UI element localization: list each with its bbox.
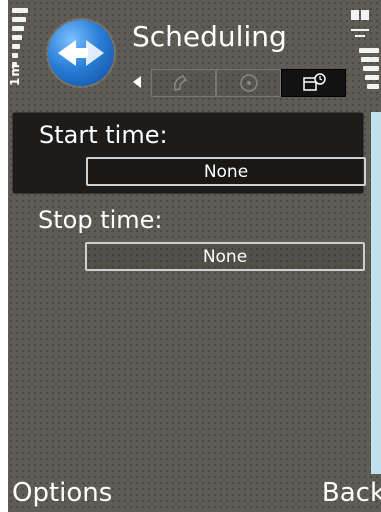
- stop-time-value[interactable]: None: [85, 242, 365, 271]
- connection-icon: [351, 10, 369, 37]
- list-item-start-time[interactable]: Start time: None: [12, 112, 366, 194]
- scrollbar[interactable]: [371, 112, 381, 474]
- stop-time-label: Stop time:: [38, 206, 163, 234]
- tab-bar: [151, 69, 346, 97]
- signal-label: 1m: [8, 63, 22, 86]
- tab-left-arrow-icon[interactable]: [133, 76, 141, 88]
- tab-call[interactable]: [151, 69, 216, 97]
- back-softkey[interactable]: Back: [322, 478, 381, 508]
- tab-settings[interactable]: [216, 69, 281, 97]
- page-title: Scheduling: [132, 20, 287, 53]
- start-time-value[interactable]: None: [86, 157, 366, 186]
- signal-strength-icon: [10, 8, 30, 100]
- sync-app-icon: [48, 20, 114, 86]
- options-softkey[interactable]: Options: [12, 478, 112, 508]
- tab-scheduling[interactable]: [281, 69, 346, 97]
- calendar-clock-icon: [302, 73, 326, 91]
- target-icon: [239, 74, 258, 92]
- phone-screen: 1m Scheduling Start time: None Stop time…: [8, 0, 381, 512]
- start-time-label: Start time:: [39, 121, 168, 149]
- list-item-stop-time[interactable]: Stop time: None: [12, 198, 365, 280]
- phone-icon: [173, 75, 187, 91]
